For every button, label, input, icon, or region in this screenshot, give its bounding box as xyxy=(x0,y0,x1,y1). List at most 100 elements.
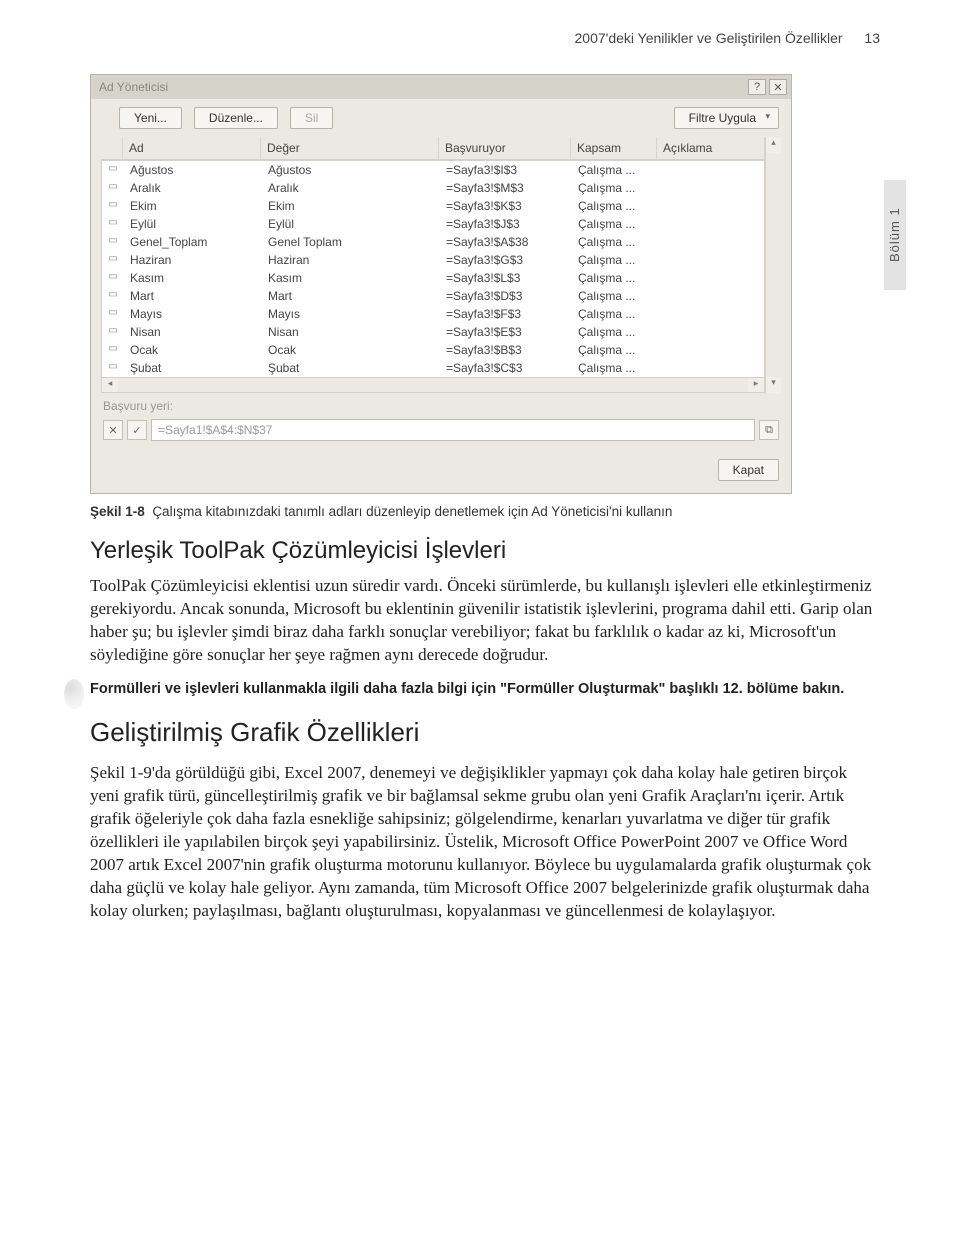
row-ref: =Sayfa3!$C$3 xyxy=(440,359,572,377)
row-ref: =Sayfa3!$L$3 xyxy=(440,269,572,287)
row-name: Kasım xyxy=(124,269,262,287)
edit-button[interactable]: Düzenle... xyxy=(194,107,278,129)
help-icon[interactable]: ? xyxy=(748,79,766,95)
row-scope: Çalışma ... xyxy=(572,161,658,179)
row-desc xyxy=(658,359,764,377)
section-heading-charts: Geliştirilmiş Grafik Özellikleri xyxy=(90,717,880,748)
figure-label: Şekil 1-8 xyxy=(90,504,145,519)
scroll-left-icon[interactable]: ◂ xyxy=(102,378,118,392)
row-name: Eylül xyxy=(124,215,262,233)
row-scope: Çalışma ... xyxy=(572,341,658,359)
figure-text: Çalışma kitabınızdaki tanımlı adları düz… xyxy=(152,504,672,519)
range-picker-icon[interactable]: ⧉ xyxy=(759,420,779,440)
row-desc xyxy=(658,161,764,179)
row-ref: =Sayfa3!$J$3 xyxy=(440,215,572,233)
row-name: Mart xyxy=(124,287,262,305)
table-row[interactable]: ▭AğustosAğustos=Sayfa3!$I$3Çalışma ... xyxy=(102,161,764,179)
figure-caption: Şekil 1-8 Çalışma kitabınızdaki tanımlı … xyxy=(90,504,880,519)
row-desc xyxy=(658,269,764,287)
name-icon: ▭ xyxy=(102,179,124,197)
section2-paragraph: Şekil 1-9'da görüldüğü gibi, Excel 2007,… xyxy=(90,762,880,923)
toolbar: Yeni... Düzenle... Sil Filtre Uygula xyxy=(91,99,791,137)
close-icon[interactable]: ✕ xyxy=(769,79,787,95)
table-row[interactable]: ▭HaziranHaziran=Sayfa3!$G$3Çalışma ... xyxy=(102,251,764,269)
row-value: Eylül xyxy=(262,215,440,233)
row-name: Mayıs xyxy=(124,305,262,323)
row-ref: =Sayfa3!$G$3 xyxy=(440,251,572,269)
row-scope: Çalışma ... xyxy=(572,305,658,323)
row-ref: =Sayfa3!$A$38 xyxy=(440,233,572,251)
table-row[interactable]: ▭NisanNisan=Sayfa3!$E$3Çalışma ... xyxy=(102,323,764,341)
hscrollbar[interactable]: ◂ ▸ xyxy=(101,377,765,393)
row-value: Haziran xyxy=(262,251,440,269)
row-ref: =Sayfa3!$F$3 xyxy=(440,305,572,323)
reference-input[interactable]: =Sayfa1!$A$4:$N$37 xyxy=(151,419,755,441)
row-name: Ocak xyxy=(124,341,262,359)
row-name: Ağustos xyxy=(124,161,262,179)
name-icon: ▭ xyxy=(102,233,124,251)
name-icon: ▭ xyxy=(102,251,124,269)
confirm-ref-icon[interactable]: ✓ xyxy=(127,420,147,440)
row-ref: =Sayfa3!$E$3 xyxy=(440,323,572,341)
row-scope: Çalışma ... xyxy=(572,323,658,341)
row-name: Aralık xyxy=(124,179,262,197)
table-row[interactable]: ▭ŞubatŞubat=Sayfa3!$C$3Çalışma ... xyxy=(102,359,764,377)
table-row[interactable]: ▭AralıkAralık=Sayfa3!$M$3Çalışma ... xyxy=(102,179,764,197)
row-name: Nisan xyxy=(124,323,262,341)
dialog-title: Ad Yöneticisi xyxy=(99,80,168,94)
row-scope: Çalışma ... xyxy=(572,233,658,251)
row-scope: Çalışma ... xyxy=(572,359,658,377)
table-row[interactable]: ▭MartMart=Sayfa3!$D$3Çalışma ... xyxy=(102,287,764,305)
row-value: Ağustos xyxy=(262,161,440,179)
table-row[interactable]: ▭OcakOcak=Sayfa3!$B$3Çalışma ... xyxy=(102,341,764,359)
row-name: Haziran xyxy=(124,251,262,269)
row-desc xyxy=(658,215,764,233)
col-value[interactable]: Değer xyxy=(261,137,439,159)
cancel-ref-icon[interactable]: ✕ xyxy=(103,420,123,440)
scroll-down-icon[interactable]: ▾ xyxy=(766,377,781,393)
col-name[interactable]: Ad xyxy=(123,137,261,159)
row-value: Ocak xyxy=(262,341,440,359)
col-ref[interactable]: Başvuruyor xyxy=(439,137,571,159)
chapter-tab: Bölüm 1 xyxy=(884,180,906,290)
table-row[interactable]: ▭KasımKasım=Sayfa3!$L$3Çalışma ... xyxy=(102,269,764,287)
page-header: 2007'deki Yenilikler ve Geliştirilen Öze… xyxy=(90,30,880,46)
name-icon: ▭ xyxy=(102,197,124,215)
name-icon: ▭ xyxy=(102,323,124,341)
row-ref: =Sayfa3!$I$3 xyxy=(440,161,572,179)
name-icon: ▭ xyxy=(102,287,124,305)
row-ref: =Sayfa3!$M$3 xyxy=(440,179,572,197)
row-desc xyxy=(658,287,764,305)
scroll-up-icon[interactable]: ▴ xyxy=(766,137,781,153)
table-row[interactable]: ▭EylülEylül=Sayfa3!$J$3Çalışma ... xyxy=(102,215,764,233)
row-value: Şubat xyxy=(262,359,440,377)
table-row[interactable]: ▭EkimEkim=Sayfa3!$K$3Çalışma ... xyxy=(102,197,764,215)
table-row[interactable]: ▭MayısMayıs=Sayfa3!$F$3Çalışma ... xyxy=(102,305,764,323)
name-icon: ▭ xyxy=(102,359,124,377)
row-value: Ekim xyxy=(262,197,440,215)
section1-note: Formülleri ve işlevleri kullanmakla ilgi… xyxy=(90,679,880,699)
col-desc[interactable]: Açıklama xyxy=(657,137,765,159)
row-desc xyxy=(658,251,764,269)
row-name: Genel_Toplam xyxy=(124,233,262,251)
col-scope[interactable]: Kapsam xyxy=(571,137,657,159)
delete-button[interactable]: Sil xyxy=(290,107,333,129)
row-desc xyxy=(658,323,764,341)
scroll-right-icon[interactable]: ▸ xyxy=(748,378,764,392)
name-icon: ▭ xyxy=(102,269,124,287)
row-scope: Çalışma ... xyxy=(572,179,658,197)
row-value: Mayıs xyxy=(262,305,440,323)
row-value: Nisan xyxy=(262,323,440,341)
table-row[interactable]: ▭Genel_ToplamGenel Toplam=Sayfa3!$A$38Ça… xyxy=(102,233,764,251)
close-button[interactable]: Kapat xyxy=(718,459,779,481)
name-manager-dialog: Ad Yöneticisi ? ✕ Yeni... Düzenle... Sil… xyxy=(90,74,792,494)
row-desc xyxy=(658,179,764,197)
vscrollbar[interactable]: ▴ ▾ xyxy=(765,137,781,393)
new-button[interactable]: Yeni... xyxy=(119,107,182,129)
name-icon: ▭ xyxy=(102,215,124,233)
reference-label: Başvuru yeri: xyxy=(91,393,791,415)
filter-button[interactable]: Filtre Uygula xyxy=(674,107,779,129)
section1-paragraph: ToolPak Çözümleyicisi eklentisi uzun sür… xyxy=(90,575,880,667)
row-scope: Çalışma ... xyxy=(572,269,658,287)
row-value: Mart xyxy=(262,287,440,305)
